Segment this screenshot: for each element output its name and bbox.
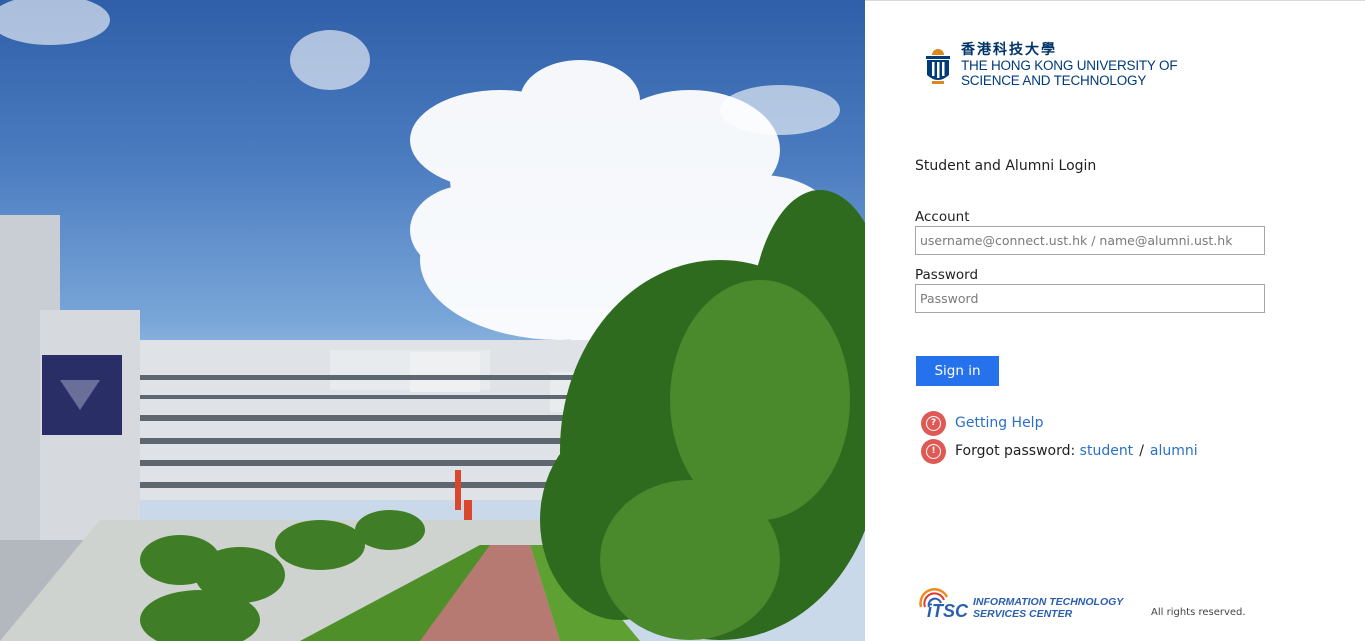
forgot-student-link[interactable]: student [1080, 443, 1134, 459]
logo-chinese-name: 香港科技大學 [961, 42, 1057, 58]
account-input[interactable] [915, 226, 1265, 255]
itsc-logo-icon: iTSC [919, 588, 969, 621]
itsc-line1: INFORMATION TECHNOLOGY [973, 596, 1124, 608]
forgot-password-label: Forgot password: [955, 443, 1080, 459]
itsc-logo: iTSC INFORMATION TECHNOLOGY SERVICES CEN… [917, 587, 1137, 623]
logo-english-line1: THE HONG KONG UNIVERSITY OF [961, 58, 1178, 73]
campus-photo [0, 0, 865, 641]
itsc-line2: SERVICES CENTER [973, 607, 1073, 620]
login-panel: 香港科技大學 THE HONG KONG UNIVERSITY OF SCIEN… [865, 0, 1365, 641]
hkust-logo: 香港科技大學 THE HONG KONG UNIVERSITY OF SCIEN… [923, 39, 1183, 91]
exclamation-circle-icon: ! [921, 438, 946, 464]
svg-text:iTSC: iTSC [927, 601, 969, 621]
password-label: Password [915, 267, 979, 283]
login-heading: Student and Alumni Login [915, 158, 1097, 174]
hkust-emblem-icon [926, 49, 950, 84]
logo-english-line2: SCIENCE AND TECHNOLOGY [961, 73, 1147, 88]
account-label: Account [915, 209, 970, 225]
getting-help-row: ? Getting Help [921, 410, 1043, 436]
itsc-name: INFORMATION TECHNOLOGY SERVICES CENTER [973, 596, 1124, 620]
copyright-text: All rights reserved. [1151, 607, 1246, 618]
forgot-password-row: ! Forgot password: student / alumni [921, 438, 1198, 464]
link-separator: / [1139, 443, 1144, 459]
forgot-alumni-link[interactable]: alumni [1150, 443, 1198, 459]
sign-in-button[interactable]: Sign in [916, 356, 999, 386]
login-page: 香港科技大學 THE HONG KONG UNIVERSITY OF SCIEN… [0, 0, 1365, 641]
campus-scene-icon [0, 0, 865, 641]
getting-help-link[interactable]: Getting Help [955, 415, 1043, 431]
question-circle-icon: ? [921, 410, 946, 436]
password-input[interactable] [915, 284, 1265, 313]
logo-english-name: THE HONG KONG UNIVERSITY OF SCIENCE AND … [961, 58, 1178, 88]
